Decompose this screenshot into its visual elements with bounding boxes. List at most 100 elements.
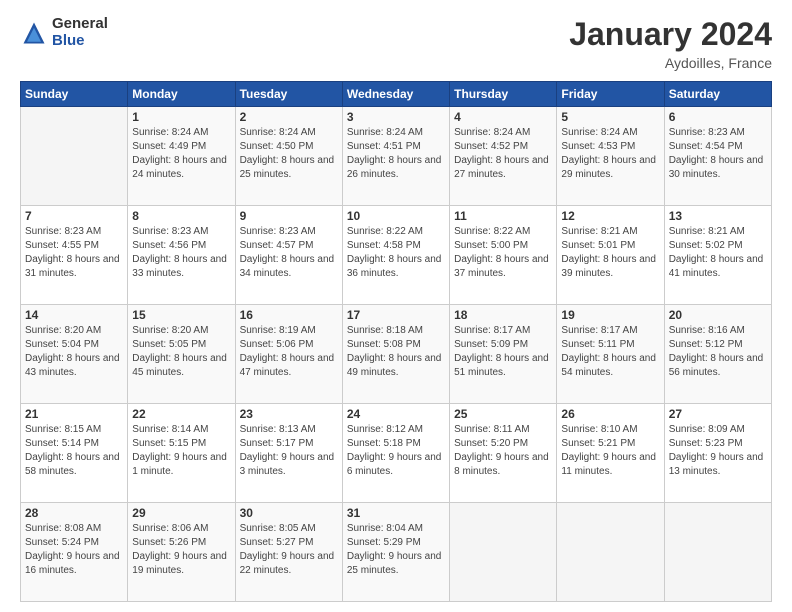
day-detail: Sunrise: 8:23 AM Sunset: 4:55 PM Dayligh…	[25, 225, 123, 281]
logo-icon	[20, 19, 48, 47]
day-number: 15	[132, 308, 230, 322]
calendar-cell: 2Sunrise: 8:24 AM Sunset: 4:50 PM Daylig…	[235, 107, 342, 206]
logo-general: General	[52, 16, 108, 33]
week-row-1: 1 Sunrise: 8:24 AM Sunset: 4:49 PM Daylig…	[21, 107, 772, 206]
day-number: 18	[454, 308, 552, 322]
page: General Blue January 2024 Aydoilles, Fra…	[0, 0, 792, 612]
calendar-cell: 20Sunrise: 8:16 AM Sunset: 5:12 PM Dayli…	[664, 305, 771, 404]
calendar-cell: 4Sunrise: 8:24 AM Sunset: 4:52 PM Daylig…	[450, 107, 557, 206]
day-detail: Sunrise: 8:18 AM Sunset: 5:08 PM Dayligh…	[347, 324, 445, 380]
day-detail: Sunrise: 8:24 AM Sunset: 4:52 PM Dayligh…	[454, 126, 552, 182]
calendar-cell: 14 Sunrise: 8:20 AM Sunset: 5:04 PM Dayli…	[21, 305, 128, 404]
day-number: 2	[240, 110, 338, 124]
day-number: 30	[240, 506, 338, 520]
col-sunday: Sunday	[21, 82, 128, 107]
calendar-cell: 12 Sunrise: 8:21 AM Sunset: 5:01 PM Dayli…	[557, 206, 664, 305]
calendar: Sunday Monday Tuesday Wednesday Thursday…	[20, 81, 772, 602]
calendar-cell: 29 Sunrise: 8:06 AM Sunset: 5:26 PM Dayli…	[128, 503, 235, 602]
day-number: 3	[347, 110, 445, 124]
day-number: 25	[454, 407, 552, 421]
week-row-5: 28 Sunrise: 8:08 AM Sunset: 5:24 PM Dayli…	[21, 503, 772, 602]
day-number: 26	[561, 407, 659, 421]
day-detail: Sunrise: 8:20 AM Sunset: 5:04 PM Dayligh…	[25, 324, 123, 380]
logo: General Blue	[20, 16, 108, 49]
calendar-cell: 5 Sunrise: 8:24 AM Sunset: 4:53 PM Daylig…	[557, 107, 664, 206]
day-detail: Sunrise: 8:21 AM Sunset: 5:01 PM Dayligh…	[561, 225, 659, 281]
col-friday: Friday	[557, 82, 664, 107]
day-detail: Sunrise: 8:24 AM Sunset: 4:53 PM Dayligh…	[561, 126, 659, 182]
calendar-cell: 3 Sunrise: 8:24 AM Sunset: 4:51 PM Daylig…	[342, 107, 449, 206]
calendar-cell: 22 Sunrise: 8:14 AM Sunset: 5:15 PM Dayli…	[128, 404, 235, 503]
day-number: 10	[347, 209, 445, 223]
day-number: 6	[669, 110, 767, 124]
calendar-cell: 19 Sunrise: 8:17 AM Sunset: 5:11 PM Dayli…	[557, 305, 664, 404]
calendar-cell: 27Sunrise: 8:09 AM Sunset: 5:23 PM Dayli…	[664, 404, 771, 503]
calendar-cell: 26 Sunrise: 8:10 AM Sunset: 5:21 PM Dayli…	[557, 404, 664, 503]
day-detail: Sunrise: 8:24 AM Sunset: 4:51 PM Dayligh…	[347, 126, 445, 182]
calendar-cell: 15 Sunrise: 8:20 AM Sunset: 5:05 PM Dayli…	[128, 305, 235, 404]
day-detail: Sunrise: 8:11 AM Sunset: 5:20 PM Dayligh…	[454, 423, 552, 479]
calendar-cell: 1 Sunrise: 8:24 AM Sunset: 4:49 PM Daylig…	[128, 107, 235, 206]
calendar-cell: 13Sunrise: 8:21 AM Sunset: 5:02 PM Dayli…	[664, 206, 771, 305]
day-detail: Sunrise: 8:22 AM Sunset: 4:58 PM Dayligh…	[347, 225, 445, 281]
main-title: January 2024	[569, 16, 772, 53]
day-detail: Sunrise: 8:15 AM Sunset: 5:14 PM Dayligh…	[25, 423, 123, 479]
day-number: 7	[25, 209, 123, 223]
calendar-cell: 17Sunrise: 8:18 AM Sunset: 5:08 PM Dayli…	[342, 305, 449, 404]
day-detail: Sunrise: 8:13 AM Sunset: 5:17 PM Dayligh…	[240, 423, 338, 479]
day-detail: Sunrise: 8:04 AM Sunset: 5:29 PM Dayligh…	[347, 522, 445, 578]
day-detail: Sunrise: 8:23 AM Sunset: 4:54 PM Dayligh…	[669, 126, 767, 182]
week-row-2: 7 Sunrise: 8:23 AM Sunset: 4:55 PM Daylig…	[21, 206, 772, 305]
day-detail: Sunrise: 8:14 AM Sunset: 5:15 PM Dayligh…	[132, 423, 230, 479]
day-detail: Sunrise: 8:23 AM Sunset: 4:56 PM Dayligh…	[132, 225, 230, 281]
calendar-cell: 28 Sunrise: 8:08 AM Sunset: 5:24 PM Dayli…	[21, 503, 128, 602]
day-number: 28	[25, 506, 123, 520]
day-number: 14	[25, 308, 123, 322]
calendar-cell: 24Sunrise: 8:12 AM Sunset: 5:18 PM Dayli…	[342, 404, 449, 503]
day-detail: Sunrise: 8:16 AM Sunset: 5:12 PM Dayligh…	[669, 324, 767, 380]
day-detail: Sunrise: 8:05 AM Sunset: 5:27 PM Dayligh…	[240, 522, 338, 578]
day-detail: Sunrise: 8:10 AM Sunset: 5:21 PM Dayligh…	[561, 423, 659, 479]
col-saturday: Saturday	[664, 82, 771, 107]
calendar-cell: 16 Sunrise: 8:19 AM Sunset: 5:06 PM Dayli…	[235, 305, 342, 404]
calendar-cell: 10 Sunrise: 8:22 AM Sunset: 4:58 PM Dayli…	[342, 206, 449, 305]
day-detail: Sunrise: 8:22 AM Sunset: 5:00 PM Dayligh…	[454, 225, 552, 281]
calendar-cell: 21 Sunrise: 8:15 AM Sunset: 5:14 PM Dayli…	[21, 404, 128, 503]
calendar-cell: 9 Sunrise: 8:23 AM Sunset: 4:57 PM Daylig…	[235, 206, 342, 305]
day-detail: Sunrise: 8:23 AM Sunset: 4:57 PM Dayligh…	[240, 225, 338, 281]
header-row: Sunday Monday Tuesday Wednesday Thursday…	[21, 82, 772, 107]
day-detail: Sunrise: 8:19 AM Sunset: 5:06 PM Dayligh…	[240, 324, 338, 380]
day-detail: Sunrise: 8:06 AM Sunset: 5:26 PM Dayligh…	[132, 522, 230, 578]
col-wednesday: Wednesday	[342, 82, 449, 107]
calendar-cell: 7 Sunrise: 8:23 AM Sunset: 4:55 PM Daylig…	[21, 206, 128, 305]
col-thursday: Thursday	[450, 82, 557, 107]
day-detail: Sunrise: 8:08 AM Sunset: 5:24 PM Dayligh…	[25, 522, 123, 578]
day-detail: Sunrise: 8:20 AM Sunset: 5:05 PM Dayligh…	[132, 324, 230, 380]
day-detail: Sunrise: 8:17 AM Sunset: 5:09 PM Dayligh…	[454, 324, 552, 380]
day-number: 21	[25, 407, 123, 421]
day-number: 22	[132, 407, 230, 421]
calendar-cell: 11 Sunrise: 8:22 AM Sunset: 5:00 PM Dayli…	[450, 206, 557, 305]
day-number: 16	[240, 308, 338, 322]
day-number: 5	[561, 110, 659, 124]
day-number: 9	[240, 209, 338, 223]
day-number: 29	[132, 506, 230, 520]
calendar-cell: 6 Sunrise: 8:23 AM Sunset: 4:54 PM Daylig…	[664, 107, 771, 206]
day-detail: Sunrise: 8:24 AM Sunset: 4:49 PM Dayligh…	[132, 126, 230, 182]
calendar-cell: 31 Sunrise: 8:04 AM Sunset: 5:29 PM Dayli…	[342, 503, 449, 602]
day-number: 8	[132, 209, 230, 223]
day-detail: Sunrise: 8:12 AM Sunset: 5:18 PM Dayligh…	[347, 423, 445, 479]
day-number: 1	[132, 110, 230, 124]
day-number: 19	[561, 308, 659, 322]
day-number: 27	[669, 407, 767, 421]
day-number: 11	[454, 209, 552, 223]
week-row-4: 21 Sunrise: 8:15 AM Sunset: 5:14 PM Dayli…	[21, 404, 772, 503]
day-number: 31	[347, 506, 445, 520]
calendar-cell: 30 Sunrise: 8:05 AM Sunset: 5:27 PM Dayli…	[235, 503, 342, 602]
day-number: 13	[669, 209, 767, 223]
col-tuesday: Tuesday	[235, 82, 342, 107]
day-detail: Sunrise: 8:17 AM Sunset: 5:11 PM Dayligh…	[561, 324, 659, 380]
day-number: 12	[561, 209, 659, 223]
week-row-3: 14 Sunrise: 8:20 AM Sunset: 5:04 PM Dayli…	[21, 305, 772, 404]
col-monday: Monday	[128, 82, 235, 107]
